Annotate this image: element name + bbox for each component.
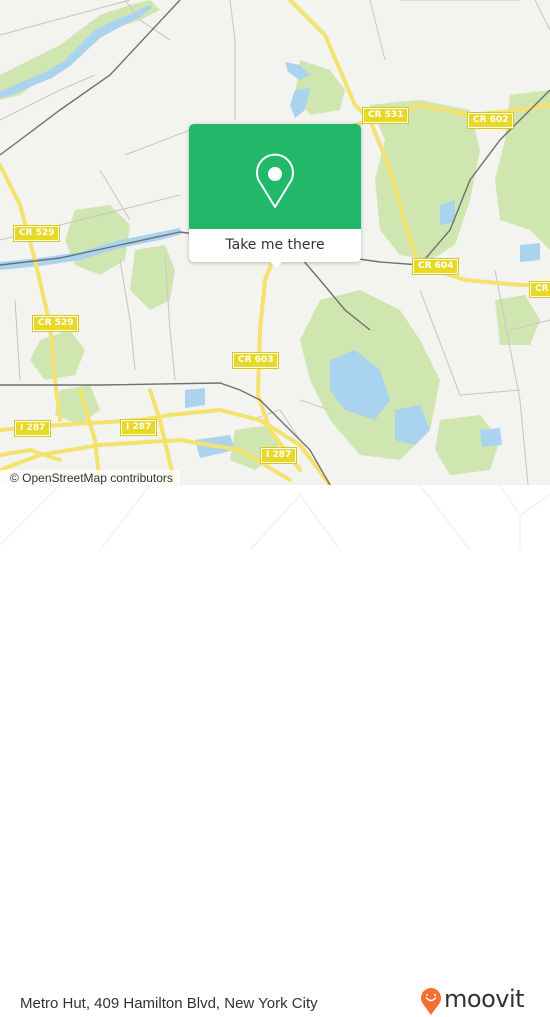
road-shield-i287: I 287: [13, 420, 52, 437]
footer: Metro Hut, 409 Hamilton Blvd, New York C…: [0, 485, 550, 1015]
take-me-there-button[interactable]: Take me there: [189, 229, 361, 262]
road-shield-cr604: CR 604: [411, 258, 460, 275]
moovit-pin-icon: [421, 988, 441, 1015]
road-shield-cr6: CR 6: [529, 281, 550, 298]
road-shield-i287: I 287: [259, 447, 298, 464]
location-pin-icon: [256, 153, 294, 208]
moovit-wordmark: moovit: [444, 985, 525, 1013]
popup-header: [189, 124, 361, 229]
map-canvas[interactable]: CR 531 CR 602 CR 529 CR 529 CR 604 CR 6 …: [0, 0, 550, 485]
map-attribution[interactable]: © OpenStreetMap contributors: [0, 470, 180, 485]
road-shield-cr531: CR 531: [361, 107, 410, 124]
road-shield-cr529: CR 529: [31, 315, 80, 332]
road-shield-cr603: CR 603: [231, 352, 280, 369]
address-text: Metro Hut, 409 Hamilton Blvd, New York C…: [20, 995, 318, 1012]
road-shield-cr529: CR 529: [12, 225, 61, 242]
popup-pointer: [268, 260, 284, 268]
footer-background-pattern: [0, 485, 550, 550]
road-shield-cr602: CR 602: [466, 112, 515, 129]
road-shield-i287: I 287: [119, 419, 158, 436]
location-popup: Take me there: [189, 124, 361, 268]
